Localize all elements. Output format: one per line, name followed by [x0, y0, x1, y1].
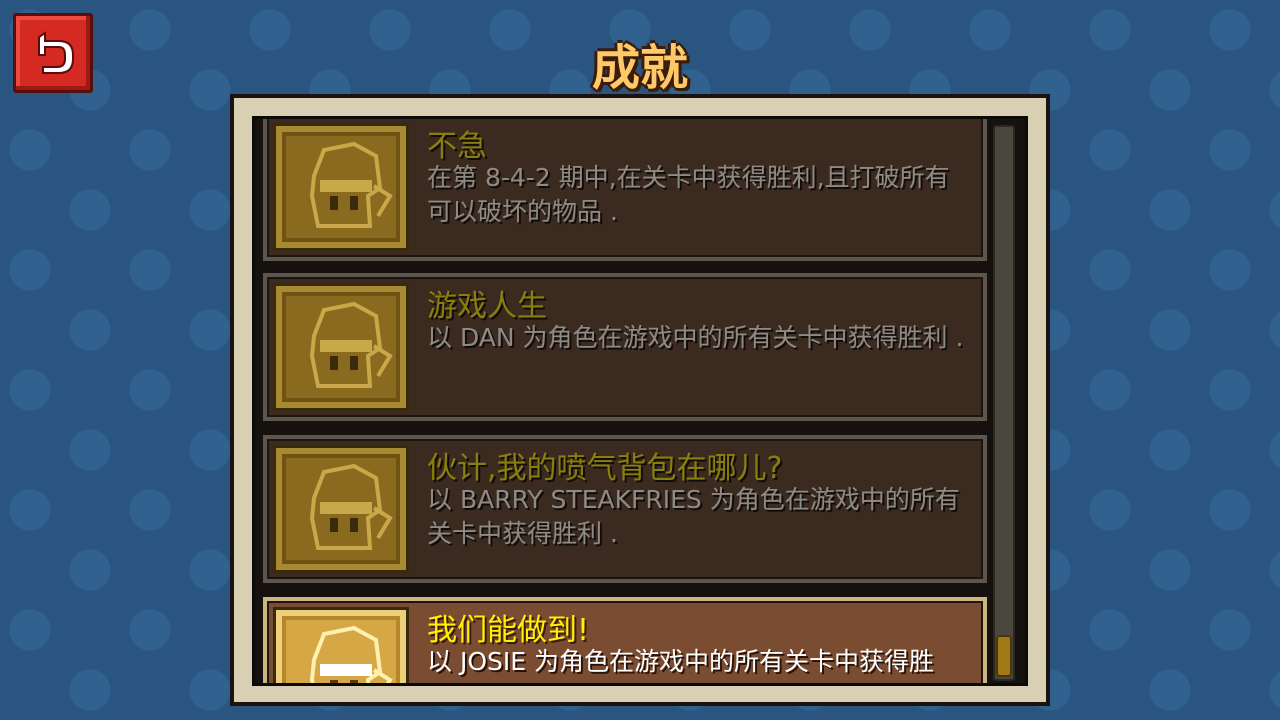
achievement-title: 伙计,我的喷气背包在哪儿?: [427, 451, 783, 486]
achievement-title: 我们能做到!: [427, 613, 590, 648]
achievements-panel: 不急 在第 8-4-2 期中,在关卡中获得胜利,且打破所有可以破坏的物品 . 游…: [230, 94, 1050, 706]
achievement-card-unlocked[interactable]: 我们能做到! 以 JOSIE 为角色在游戏中的所有关卡中获得胜: [263, 597, 987, 683]
achievement-description: 以 BARRY STEAKFRIES 为角色在游戏中的所有关卡中获得胜利 .: [427, 485, 960, 548]
achievement-description: 以 JOSIE 为角色在游戏中的所有关卡中获得胜: [427, 647, 934, 676]
page-title: 成就: [591, 40, 688, 96]
achievement-card[interactable]: 不急 在第 8-4-2 期中,在关卡中获得胜利,且打破所有可以破坏的物品 .: [263, 119, 987, 261]
hero-head-icon: [309, 625, 393, 683]
achievement-description: 在第 8-4-2 期中,在关卡中获得胜利,且打破所有可以破坏的物品 .: [427, 163, 950, 226]
hero-head-icon: [309, 463, 393, 550]
achievement-title: 游戏人生: [427, 289, 547, 324]
hero-head-icon: [309, 141, 393, 228]
achievement-card[interactable]: 伙计,我的喷气背包在哪儿? 以 BARRY STEAKFRIES 为角色在游戏中…: [263, 435, 987, 583]
achievement-card[interactable]: 游戏人生 以 DAN 为角色在游戏中的所有关卡中获得胜利 .: [263, 273, 987, 421]
hero-head-icon: [309, 301, 393, 388]
achievements-list-viewport[interactable]: 不急 在第 8-4-2 期中,在关卡中获得胜利,且打破所有可以破坏的物品 . 游…: [252, 116, 1028, 686]
achievement-description: 以 DAN 为角色在游戏中的所有关卡中获得胜利 .: [427, 323, 964, 352]
scrollbar-thumb[interactable]: [996, 635, 1012, 677]
achievement-title: 不急: [427, 129, 487, 164]
achievement-badge: [273, 607, 409, 683]
achievement-badge: [273, 283, 409, 411]
achievement-badge: [273, 445, 409, 573]
scrollbar-track[interactable]: [993, 125, 1015, 681]
achievement-badge: [273, 123, 409, 251]
